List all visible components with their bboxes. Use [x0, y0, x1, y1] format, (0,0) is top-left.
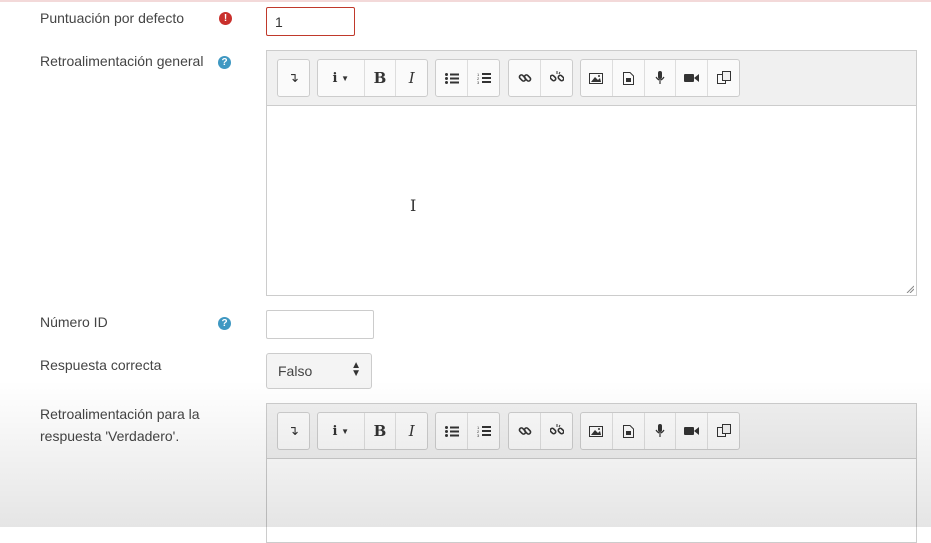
true-feedback-label-line1: Retroalimentación para la	[40, 406, 200, 422]
ordered-list-icon[interactable]: 123	[467, 60, 499, 96]
general-feedback-textarea[interactable]	[267, 105, 916, 295]
unordered-list-icon[interactable]	[436, 60, 467, 96]
question-circle-icon[interactable]: ?	[218, 317, 231, 330]
resize-handle[interactable]	[906, 285, 914, 293]
record-audio-icon[interactable]	[643, 60, 676, 96]
toolbar-group-collapse: ↴	[277, 59, 310, 97]
manage-files-icon[interactable]	[707, 413, 739, 449]
correct-answer-label: Respuesta correcta	[40, 357, 162, 373]
default-grade-label: Puntuación por defecto	[40, 10, 184, 26]
toolbar-group-media	[580, 59, 740, 97]
general-feedback-label: Retroalimentación general	[40, 53, 204, 69]
editor-toolbar: ↴ i ▼ B I 123	[267, 404, 916, 458]
bold-icon[interactable]: B	[363, 413, 396, 449]
toolbar-group-style: i ▼ B I	[317, 412, 428, 450]
record-video-icon[interactable]	[675, 413, 707, 449]
toolbar-group-links	[508, 412, 573, 450]
record-video-icon[interactable]	[675, 60, 707, 96]
media-icon[interactable]	[611, 60, 644, 96]
default-grade-input[interactable]	[266, 7, 355, 36]
true-feedback-label-line2: respuesta 'Verdadero'.	[40, 428, 180, 444]
id-number-input[interactable]	[266, 310, 374, 339]
bold-icon[interactable]: B	[363, 60, 396, 96]
unlink-icon[interactable]	[540, 413, 572, 449]
toolbar-group-style: i ▼ B I	[317, 59, 428, 97]
true-feedback-textarea[interactable]	[267, 458, 916, 542]
record-audio-icon[interactable]	[643, 413, 676, 449]
true-feedback-editor: ↴ i ▼ B I 123	[266, 403, 917, 543]
italic-icon[interactable]: I	[395, 60, 427, 96]
general-feedback-editor: ↴ i ▼ B I 123	[266, 50, 917, 296]
text-cursor-icon: I	[410, 196, 417, 215]
svg-text:3: 3	[477, 80, 480, 84]
link-icon[interactable]	[509, 413, 540, 449]
italic-icon[interactable]: I	[395, 413, 427, 449]
correct-answer-selected: Falso	[278, 363, 313, 379]
correct-answer-select[interactable]: Falso ▲ ▼	[266, 353, 372, 389]
collapse-icon[interactable]: ↴	[278, 60, 309, 96]
manage-files-icon[interactable]	[707, 60, 739, 96]
toolbar-group-links	[508, 59, 573, 97]
svg-text:3: 3	[477, 433, 480, 437]
ordered-list-icon[interactable]: 123	[467, 413, 499, 449]
toolbar-group-collapse: ↴	[277, 412, 310, 450]
paragraph-styles-icon[interactable]: i ▼	[318, 413, 364, 449]
unlink-icon[interactable]	[540, 60, 572, 96]
toolbar-group-lists: 123	[435, 59, 500, 97]
exclamation-circle-icon: !	[219, 12, 232, 25]
id-number-label: Número ID	[40, 314, 108, 330]
unordered-list-icon[interactable]	[436, 413, 467, 449]
select-arrows-icon: ▲ ▼	[351, 360, 361, 379]
toolbar-group-media	[580, 412, 740, 450]
media-icon[interactable]	[611, 413, 644, 449]
editor-toolbar: ↴ i ▼ B I 123	[267, 51, 916, 105]
image-icon[interactable]	[581, 60, 612, 96]
link-icon[interactable]	[509, 60, 540, 96]
paragraph-styles-icon[interactable]: i ▼	[318, 60, 364, 96]
toolbar-group-lists: 123	[435, 412, 500, 450]
collapse-icon[interactable]: ↴	[278, 413, 309, 449]
image-icon[interactable]	[581, 413, 612, 449]
top-border	[0, 0, 931, 2]
question-circle-icon[interactable]: ?	[218, 56, 231, 69]
